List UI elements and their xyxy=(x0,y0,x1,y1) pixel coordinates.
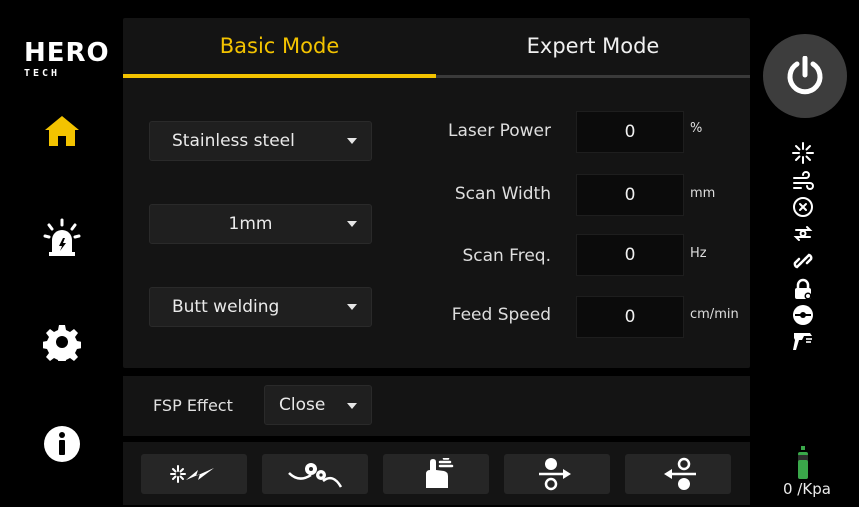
inactive-tab-indicator xyxy=(436,75,750,78)
sensor-icon xyxy=(790,304,816,326)
info-icon[interactable] xyxy=(38,420,86,468)
fsp-panel: FSP Effect Close xyxy=(123,376,750,436)
cooling-icon xyxy=(790,222,816,244)
laser-icon xyxy=(170,465,214,483)
scan-freq-field[interactable]: 0 xyxy=(576,234,684,276)
home-icon[interactable] xyxy=(38,107,86,155)
scan-width-label: Scan Width xyxy=(454,184,551,204)
bottom-toolbar xyxy=(123,442,750,505)
weld-type-dropdown[interactable]: Butt welding xyxy=(149,287,372,327)
material-selected: Stainless steel xyxy=(172,131,295,151)
laser-status-icon xyxy=(790,142,816,164)
laser-test-button[interactable] xyxy=(141,454,247,494)
feed-forward-button[interactable] xyxy=(504,454,610,494)
laser-power-field[interactable]: 0 xyxy=(576,111,684,153)
settings-icon[interactable] xyxy=(38,318,86,366)
brand-name: HERO xyxy=(24,38,110,68)
mode-tabs: Basic Mode Expert Mode xyxy=(123,18,750,80)
feed-back-icon xyxy=(664,457,696,490)
laser-power-label: Laser Power xyxy=(448,121,551,141)
material-dropdown[interactable]: Stainless steel xyxy=(149,121,372,161)
wire-feed-icon xyxy=(288,463,343,488)
fsp-effect-dropdown[interactable]: Close xyxy=(264,385,372,425)
chevron-down-icon xyxy=(347,304,357,310)
chevron-down-icon xyxy=(347,138,357,144)
brand-subname: TECH xyxy=(24,68,61,79)
feed-forward-icon xyxy=(539,458,571,491)
chevron-down-icon xyxy=(347,221,357,227)
main-panel: Basic Mode Expert Mode Stainless steel 1… xyxy=(123,18,750,368)
feed-speed-field[interactable]: 0 xyxy=(576,296,684,338)
alarm-icon[interactable] xyxy=(38,214,86,262)
gas-icon xyxy=(426,458,454,488)
feed-back-button[interactable] xyxy=(625,454,731,494)
gas-test-button[interactable] xyxy=(383,454,489,494)
feed-speed-unit: cm/min xyxy=(690,307,739,322)
thickness-dropdown[interactable]: 1mm xyxy=(149,204,372,244)
scan-width-field[interactable]: 0 xyxy=(576,174,684,216)
left-nav: HERO TECH xyxy=(16,12,116,497)
scan-freq-unit: Hz xyxy=(690,246,707,261)
air-flow-icon xyxy=(790,170,816,192)
power-icon xyxy=(787,56,823,95)
brand-logo: HERO TECH xyxy=(24,40,114,86)
lock-icon xyxy=(790,278,816,300)
water-icon xyxy=(790,196,816,218)
torch-icon xyxy=(790,330,816,352)
gas-cylinder-icon xyxy=(790,446,816,480)
thickness-selected: 1mm xyxy=(228,214,273,234)
gas-pressure-readout: 0 /Kpa xyxy=(783,480,831,498)
tab-basic-mode[interactable]: Basic Mode xyxy=(123,18,436,74)
scan-freq-label: Scan Freq. xyxy=(462,246,551,266)
chevron-down-icon xyxy=(347,403,357,409)
tab-expert-mode[interactable]: Expert Mode xyxy=(436,18,750,74)
link-icon xyxy=(790,250,816,272)
feed-speed-label: Feed Speed xyxy=(451,305,551,325)
laser-power-unit: % xyxy=(690,121,703,136)
scan-width-unit: mm xyxy=(690,186,716,201)
active-tab-indicator xyxy=(123,74,436,78)
power-button[interactable] xyxy=(763,34,847,118)
fsp-effect-label: FSP Effect xyxy=(153,396,233,415)
weld-type-selected: Butt welding xyxy=(172,297,280,317)
fsp-effect-selected: Close xyxy=(279,395,326,415)
wire-feed-button[interactable] xyxy=(262,454,368,494)
